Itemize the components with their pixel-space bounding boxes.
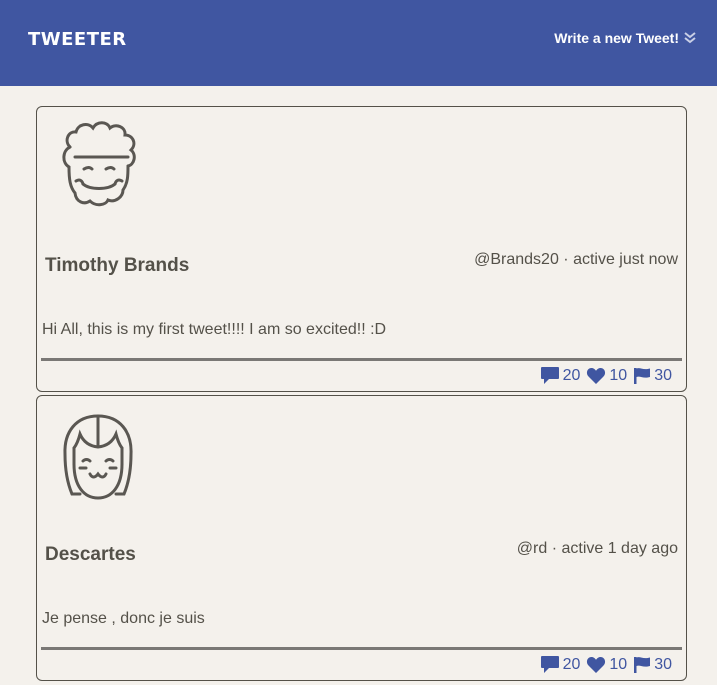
comment-count: 20 [562,366,581,384]
tweet-handle-activity: @Brands20 · active just now [474,251,678,268]
tweet-card: Descartes @rd · active 1 day ago Je pens… [36,395,687,681]
flag-icon [634,656,651,673]
comment-button[interactable]: 20 [540,655,581,674]
heart-icon [587,367,606,384]
tweet-author-name: Descartes [45,544,136,565]
write-new-tweet-label: Write a new Tweet! [554,30,679,46]
like-count: 10 [609,366,628,384]
flag-count: 30 [654,655,672,673]
tweet-divider [41,358,682,361]
tweet-text: Je pense , donc je suis [42,610,205,627]
tweet-handle-activity: @rd · active 1 day ago [516,540,678,557]
curly-hair-face-icon [62,121,136,207]
write-new-tweet-button[interactable]: Write a new Tweet! [554,30,697,46]
flag-button[interactable]: 30 [633,367,672,385]
comment-icon [540,656,559,673]
tweet-text: Hi All, this is my first tweet!!!! I am … [42,321,387,338]
navbar: TWEETER Write a new Tweet! [0,0,717,86]
tweet-divider [41,647,682,650]
double-chevron-down-icon [684,32,696,44]
heart-icon [587,656,606,673]
tweet-card: Timothy Brands @Brands20 · active just n… [36,106,687,392]
tweet-actions: 20 10 30 [540,655,672,674]
comment-icon [540,367,559,384]
brand-logo[interactable]: TWEETER [28,29,127,50]
tweet-actions: 20 10 30 [540,366,672,385]
like-count: 10 [609,655,628,673]
flag-button[interactable]: 30 [633,656,672,674]
comment-count: 20 [562,655,581,673]
like-button[interactable]: 10 [586,367,627,385]
flag-icon [634,367,651,384]
comment-button[interactable]: 20 [540,366,581,385]
tweet-author-name: Timothy Brands [45,255,190,276]
like-button[interactable]: 10 [586,656,627,674]
flag-count: 30 [654,366,672,384]
bob-hair-face-icon [63,414,133,500]
